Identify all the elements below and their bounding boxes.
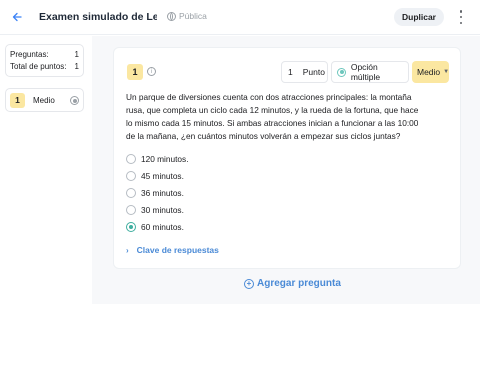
question-difficulty: Medio xyxy=(33,95,55,105)
difficulty-label: Medio xyxy=(417,67,441,77)
exam-stats: Preguntas: 1 Total de puntos: 1 xyxy=(5,44,84,77)
option-label: 36 minutos. xyxy=(141,187,184,198)
info-icon[interactable]: i xyxy=(147,67,156,76)
answer-option-correct[interactable]: 60 minutos. xyxy=(126,218,326,235)
duplicate-button[interactable]: Duplicar xyxy=(394,8,444,26)
answer-option[interactable]: 120 minutos. xyxy=(126,150,326,167)
radio-button-selected[interactable] xyxy=(126,221,136,232)
stat-questions: Preguntas: 1 xyxy=(10,49,79,61)
answer-options: 120 minutos. 45 minutos. 36 minutos. 30 … xyxy=(126,150,326,235)
add-question-button[interactable]: + Agregar pregunta xyxy=(244,278,341,289)
points-unit: Punto xyxy=(302,67,325,77)
option-label: 120 minutos. xyxy=(141,153,189,164)
radio-type-icon xyxy=(337,67,346,77)
question-number-badge: 1 xyxy=(10,92,25,108)
exam-title[interactable]: Examen simulado de Lengu... xyxy=(39,11,157,23)
back-arrow-icon[interactable] xyxy=(9,9,25,25)
stat-total-points: Total de puntos: 1 xyxy=(10,61,79,73)
answer-key-label: Clave de respuestas xyxy=(136,245,219,255)
question-type-select[interactable]: Opción múltiple xyxy=(331,61,409,83)
top-bar: Examen simulado de Lengu... Pública Dupl… xyxy=(0,0,480,35)
answer-option[interactable]: 36 minutos. xyxy=(126,184,326,201)
globe-icon xyxy=(167,11,176,21)
question-type-label: Opción múltiple xyxy=(350,62,381,82)
radio-button[interactable] xyxy=(126,187,136,198)
stat-value: 1 xyxy=(74,62,79,71)
question-number-badge: 1 xyxy=(127,64,143,80)
stat-label: Total de puntos: xyxy=(10,62,67,71)
answer-option[interactable]: 45 minutos. xyxy=(126,167,326,184)
answer-key-toggle[interactable]: › Clave de respuestas xyxy=(126,245,219,255)
question-card: 1 i 1 Punto Opción múltiple Medio ▼ Un p… xyxy=(113,47,461,269)
difficulty-select[interactable]: Medio ▼ xyxy=(412,61,449,83)
main-content: 1 i 1 Punto Opción múltiple Medio ▼ Un p… xyxy=(92,36,480,304)
option-label: 60 minutos. xyxy=(141,221,184,232)
more-options-icon[interactable] xyxy=(457,10,465,24)
option-label: 30 minutos. xyxy=(141,204,184,215)
stat-label: Preguntas: xyxy=(10,50,49,59)
option-label: 45 minutos. xyxy=(141,170,184,181)
question-type-icon xyxy=(70,96,79,105)
plus-circle-icon: + xyxy=(244,278,254,289)
sidebar: Preguntas: 1 Total de puntos: 1 1 Medio xyxy=(0,36,92,384)
radio-button[interactable] xyxy=(126,204,136,215)
sidebar-question-item[interactable]: 1 Medio xyxy=(5,88,84,112)
question-text[interactable]: Un parque de diversiones cuenta con dos … xyxy=(126,91,426,143)
radio-button[interactable] xyxy=(126,170,136,181)
chevron-right-icon: › xyxy=(126,245,129,255)
visibility-indicator[interactable]: Pública xyxy=(167,11,207,21)
answer-option[interactable]: 30 minutos. xyxy=(126,201,326,218)
radio-button[interactable] xyxy=(126,153,136,164)
visibility-label: Pública xyxy=(179,11,207,21)
add-question-label: Agregar pregunta xyxy=(257,278,341,289)
stat-value: 1 xyxy=(74,50,79,59)
chevron-down-icon: ▼ xyxy=(443,69,450,75)
points-value: 1 xyxy=(288,67,293,77)
points-field[interactable]: 1 Punto xyxy=(281,61,328,83)
